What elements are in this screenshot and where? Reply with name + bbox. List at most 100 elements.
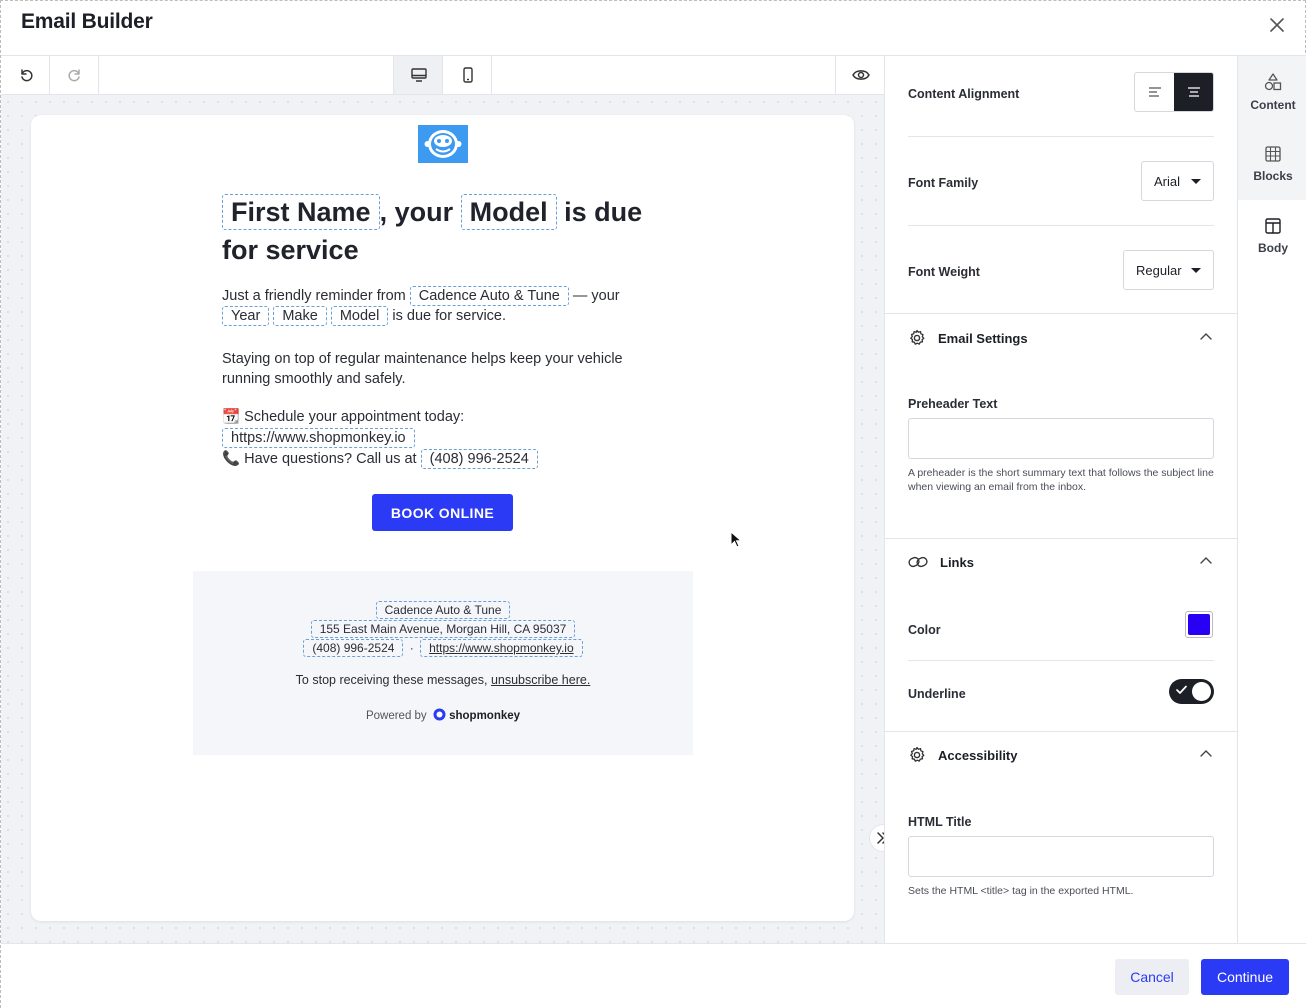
headline-text: , your (379, 197, 454, 227)
footer-address[interactable]: 155 East Main Avenue, Morgan Hill, CA 95… (310, 620, 576, 638)
tab-content-label: Content (1250, 98, 1296, 112)
model-merge-tag[interactable]: Model (330, 306, 389, 326)
html-title-input[interactable] (908, 836, 1214, 877)
link-icon (908, 556, 928, 568)
font-family-label: Font Family (908, 176, 979, 190)
layout-icon (1265, 218, 1281, 234)
font-family-select[interactable]: Arial (1141, 161, 1214, 201)
redo-button[interactable] (50, 56, 99, 94)
email-footer[interactable]: Cadence Auto & Tune 155 East Main Avenue… (193, 571, 693, 755)
footer-phone[interactable]: (408) 996-2524 (303, 639, 404, 657)
unsubscribe-text: To stop receiving these messages, (295, 673, 488, 687)
phone-icon: 📞 (222, 451, 241, 467)
accessibility-header[interactable]: Accessibility (908, 743, 1214, 767)
email-settings-header[interactable]: Email Settings (908, 326, 1214, 350)
headline-text: is due (564, 197, 643, 227)
eye-icon (851, 70, 870, 80)
shopmonkey-brand: shopmonkey (449, 710, 521, 722)
underline-label: Underline (908, 687, 966, 701)
font-family-value: Arial (1154, 173, 1181, 189)
continue-button[interactable]: Continue (1201, 959, 1289, 995)
font-weight-label: Font Weight (908, 265, 980, 279)
font-weight-select[interactable]: Regular (1123, 250, 1214, 290)
powered-by-text: Powered by (365, 710, 427, 722)
tab-body-label: Body (1258, 241, 1288, 255)
html-title-label: HTML Title (908, 815, 972, 829)
preheader-help: A preheader is the short summary text th… (908, 467, 1214, 493)
powered-by: Powered by shopmonkey (193, 708, 693, 722)
editor-toolbar (1, 56, 884, 95)
email-preview: First Name, your Model is due for servic… (31, 115, 854, 921)
phone-text: Have questions? Call us at (244, 451, 417, 467)
align-center-icon (1187, 87, 1200, 97)
links-header[interactable]: Links (908, 550, 1214, 574)
maintenance-paragraph[interactable]: Staying on top of regular maintenance he… (222, 349, 662, 389)
redo-icon (67, 69, 80, 82)
mobile-icon (462, 67, 473, 83)
footer-shop-name[interactable]: Cadence Auto & Tune (375, 601, 511, 619)
grid-icon (1265, 146, 1281, 162)
reminder-text: is due for service. (392, 308, 507, 324)
caret-down-icon (1191, 268, 1201, 273)
chevron-up-icon (1200, 750, 1212, 757)
preheader-input[interactable] (908, 418, 1214, 459)
close-icon[interactable] (1265, 13, 1289, 37)
font-weight-value: Regular (1136, 262, 1182, 278)
first-name-merge-tag[interactable]: First Name (222, 194, 380, 230)
email-headline[interactable]: First Name, your Model is due for servic… (222, 193, 672, 269)
preview-button[interactable] (836, 56, 885, 94)
undo-icon (20, 69, 33, 82)
tab-blocks-label: Blocks (1253, 169, 1293, 183)
modal-title: Email Builder (21, 10, 153, 33)
reminder-paragraph[interactable]: Just a friendly reminder from Cadence Au… (222, 286, 662, 326)
modal-footer: Cancel Continue (1, 943, 1306, 1008)
undo-button[interactable] (1, 56, 50, 94)
mobile-view-button[interactable] (443, 56, 492, 94)
reminder-text: Just a friendly reminder from (222, 288, 406, 304)
shop-name-merge-tag[interactable]: Cadence Auto & Tune (409, 286, 569, 306)
tab-body[interactable]: Body (1238, 200, 1306, 272)
links-title: Links (940, 554, 974, 570)
sidebar-tabs: Content Blocks Body (1237, 56, 1306, 943)
year-merge-tag[interactable]: Year (222, 306, 270, 326)
email-canvas: First Name, your Model is due for servic… (1, 95, 884, 943)
schedule-text: Schedule your appointment today: (244, 409, 465, 425)
gear-icon (910, 329, 925, 345)
email-settings-title: Email Settings (938, 330, 1028, 346)
make-merge-tag[interactable]: Make (273, 306, 327, 326)
shop-logo[interactable] (418, 125, 468, 163)
calendar-icon: 📆 (222, 409, 241, 425)
reminder-text: — your (572, 288, 620, 304)
content-alignment-label: Content Alignment (908, 87, 1020, 101)
accessibility-title: Accessibility (938, 747, 1018, 763)
footer-website[interactable]: https://www.shopmonkey.io (420, 639, 583, 657)
gear-icon (910, 746, 925, 762)
monkey-logo-icon (424, 130, 462, 158)
link-color-swatch[interactable] (1185, 611, 1213, 638)
shapes-icon (1264, 73, 1282, 91)
link-color-label: Color (908, 623, 941, 637)
unsubscribe-link[interactable]: unsubscribe here. (491, 673, 590, 687)
caret-down-icon (1191, 179, 1201, 184)
book-online-button[interactable]: BOOK ONLINE (372, 494, 513, 531)
align-center-button[interactable] (1174, 73, 1213, 111)
chevron-up-icon (1200, 557, 1212, 564)
tab-content[interactable]: Content (1238, 56, 1306, 128)
model-merge-tag[interactable]: Model (460, 194, 557, 230)
phone-merge-tag[interactable]: (408) 996-2524 (420, 449, 538, 469)
email-builder-modal: Email Builder First Name , your Model is… (0, 0, 1306, 1008)
chevron-up-icon (1200, 333, 1212, 340)
mouse-cursor-icon (730, 530, 743, 554)
desktop-view-button[interactable] (394, 56, 443, 94)
schedule-paragraph[interactable]: 📆 Schedule your appointment today: https… (222, 407, 662, 470)
check-icon (1176, 685, 1187, 694)
footer-separator: · (409, 641, 414, 655)
content-alignment-group (1134, 72, 1214, 112)
body-settings-panel: Content Alignment Font Family Arial Font… (884, 56, 1237, 943)
preheader-label: Preheader Text (908, 397, 998, 411)
tab-blocks[interactable]: Blocks (1238, 128, 1306, 200)
align-left-button[interactable] (1135, 73, 1174, 111)
website-merge-tag[interactable]: https://www.shopmonkey.io (222, 428, 415, 448)
underline-toggle[interactable] (1169, 679, 1214, 704)
cancel-button[interactable]: Cancel (1115, 959, 1189, 995)
